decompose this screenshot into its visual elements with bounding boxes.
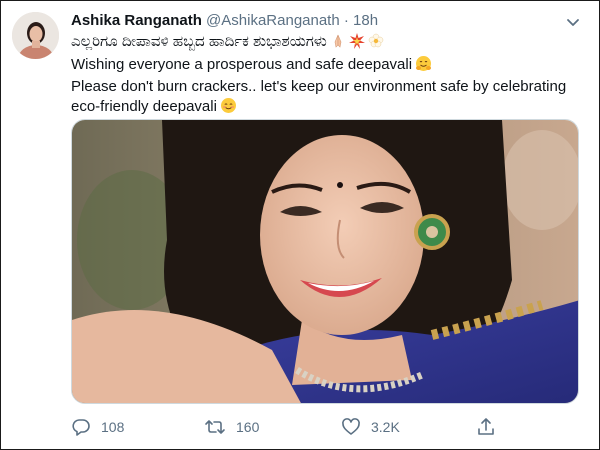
author-handle[interactable]: @AshikaRanganath — [206, 12, 340, 29]
hugging-face-icon — [415, 55, 432, 78]
reply-count: 108 — [101, 419, 125, 435]
timestamp[interactable]: 18h — [353, 12, 378, 29]
share-button[interactable] — [476, 417, 506, 437]
tweet-line-wishing: Wishing everyone a prosperous and safe d… — [71, 55, 576, 78]
tweet-line-crackers: Please don't burn crackers.. let's keep … — [71, 78, 567, 95]
tweet-line-eco: eco-friendly deepavali — [71, 97, 576, 120]
tweet-card: Ashika Ranganath @AshikaRanganath · 18h … — [0, 0, 600, 450]
reply-button[interactable]: 108 — [71, 417, 124, 437]
reply-icon — [72, 419, 90, 436]
tweet-image[interactable] — [71, 119, 579, 404]
heart-icon — [342, 418, 360, 435]
retweet-icon — [205, 420, 225, 434]
separator-dot: · — [343, 12, 349, 29]
tweet-header: Ashika Ranganath @AshikaRanganath · 18h — [71, 12, 378, 29]
like-button[interactable]: 3.2K — [341, 417, 400, 437]
like-count: 3.2K — [371, 419, 400, 435]
share-icon — [478, 418, 494, 435]
folded-hands-icon — [330, 33, 346, 55]
blossom-icon — [368, 33, 384, 55]
chevron-down-icon[interactable] — [564, 13, 582, 31]
tweet-text: ಎಲ್ಲರಿಗೂ ದೀಪಾವಳಿ ಹಬ್ಬದ ಹಾರ್ದಿಕ ಶುಭಾಶಯಗಳು… — [71, 32, 576, 119]
tweet-actions: 108 160 3.2K — [71, 417, 501, 441]
retweet-count: 160 — [236, 419, 260, 435]
smiling-face-icon — [220, 97, 237, 120]
retweet-button[interactable]: 160 — [204, 417, 259, 437]
tweet-line-kannada: ಎಲ್ಲರಿಗೂ ದೀಪಾವಳಿ ಹಬ್ಬದ ಹಾರ್ದಿಕ ಶುಭಾಶಯಗಳು — [71, 32, 576, 55]
avatar[interactable] — [12, 12, 59, 59]
collision-icon — [348, 33, 365, 55]
author-name[interactable]: Ashika Ranganath — [71, 12, 202, 29]
